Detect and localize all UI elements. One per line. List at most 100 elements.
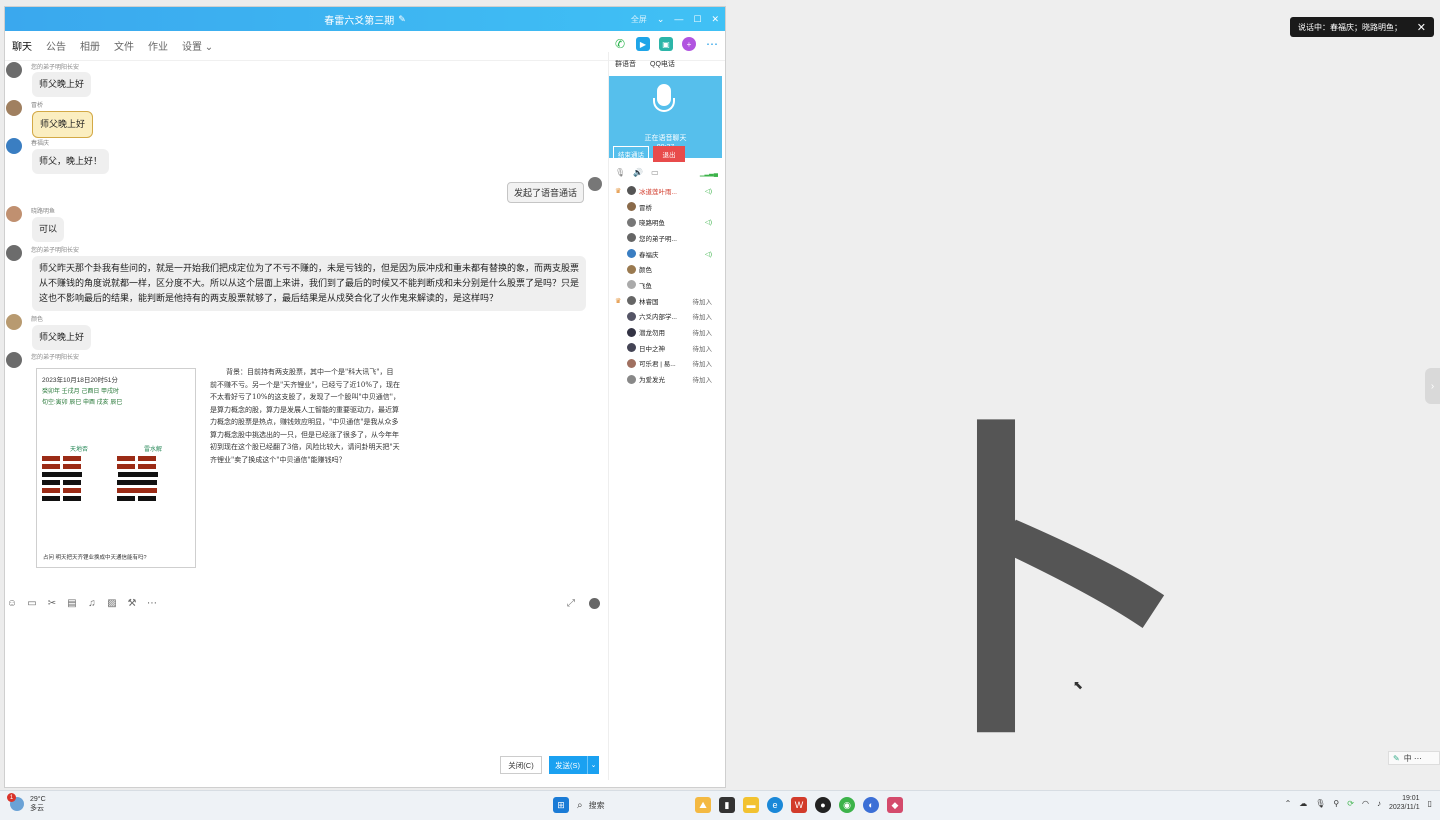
member-item[interactable]: 可乐君 | 易... 待加入	[609, 356, 722, 372]
tray-icon[interactable]: ⚲	[1333, 799, 1339, 808]
tab-files[interactable]: 文件	[114, 38, 134, 53]
calligraphy-glyph: 卜	[860, 391, 1190, 779]
tab-group-voice[interactable]: 群语音	[615, 59, 636, 69]
ime-toolbar[interactable]: ✎ 中 ⋯	[1388, 751, 1440, 765]
wechat-icon[interactable]: ◉	[839, 797, 855, 813]
more-icon[interactable]: ⋯	[705, 37, 719, 51]
folder-icon[interactable]: ▤	[66, 597, 78, 609]
member-name: 六爻内部学...	[639, 314, 677, 322]
minimize-button[interactable]: —	[674, 14, 683, 24]
member-name: 冒桥	[639, 204, 652, 212]
history-icon[interactable]	[589, 598, 600, 609]
screen-share-icon[interactable]: ▣	[659, 37, 673, 51]
app-plus-icon[interactable]: +	[682, 37, 696, 51]
member-item[interactable]: 您的弟子明...	[609, 230, 722, 246]
member-item[interactable]: 飞鱼	[609, 277, 722, 293]
wifi-icon[interactable]: ◠	[1362, 799, 1369, 808]
member-name: 春福庆	[639, 251, 659, 259]
tab-announcement[interactable]: 公告	[46, 38, 66, 53]
member-item[interactable]: ♛ 冰道莲叶雨... ◁)	[609, 183, 722, 199]
send-button[interactable]: 发送(S) ⌄	[549, 756, 599, 774]
voice-status: 正在语音聊天	[644, 135, 687, 142]
member-item[interactable]: 冒桥	[609, 199, 722, 215]
member-item[interactable]: 晓路明鱼 ◁)	[609, 214, 722, 230]
tab-homework[interactable]: 作业	[148, 38, 168, 53]
member-item[interactable]: 春福庆 ◁)	[609, 246, 722, 262]
task-view-icon[interactable]: ▮	[719, 797, 735, 813]
close-icon[interactable]: ✕	[1417, 21, 1426, 34]
close-button[interactable]: 关闭(C)	[500, 756, 542, 774]
mouse-cursor-icon: ⬉	[1073, 678, 1084, 692]
member-item[interactable]: 潜龙勿用 待加入	[609, 324, 722, 340]
wps-icon[interactable]: W	[791, 797, 807, 813]
speaking-icon: ◁)	[704, 250, 712, 258]
camera-icon[interactable]: ▭	[651, 168, 659, 177]
member-item[interactable]: ♛ 林睿国 待加入	[609, 293, 722, 309]
phone-icon[interactable]: ✆	[613, 37, 627, 51]
weather-widget[interactable]: 1 29°C 多云	[7, 793, 46, 813]
edge-browser-icon[interactable]: e	[767, 797, 783, 813]
image-icon[interactable]: ▨	[106, 597, 118, 609]
mic-tray-icon[interactable]: 🎙	[1315, 799, 1325, 808]
side-panel-handle[interactable]: ›	[1425, 368, 1440, 404]
dropdown-button[interactable]: ⌄	[657, 14, 665, 25]
music-icon[interactable]: ♫	[86, 597, 98, 609]
notification-icon[interactable]: ▯	[1428, 799, 1432, 808]
system-clock[interactable]: 19:01 2023/11/1	[1389, 794, 1420, 812]
message-bubble: 师父，晚上好！	[32, 149, 110, 174]
voice-call-notice[interactable]: 发起了语音通话	[506, 182, 584, 203]
avatar	[627, 264, 636, 274]
avatar	[6, 352, 22, 368]
chevron-down-icon[interactable]: ⌄	[587, 756, 599, 774]
app-icon-2[interactable]: ◆	[887, 797, 903, 813]
close-button[interactable]: ✕	[711, 14, 719, 25]
background-text-image: 背景：目前持有两支股票，其中一个是"科大讯飞"，目前不赚不亏。另一个是"天齐锂业…	[210, 368, 400, 464]
cloud-icon[interactable]: ☁	[1299, 799, 1307, 808]
avatar	[627, 280, 636, 290]
app-icon[interactable]: ◐	[863, 797, 879, 813]
mic-toggle-icon[interactable]: 🎙	[615, 168, 625, 177]
member-item[interactable]: 日中之神 待加入	[609, 340, 722, 356]
tools-icon[interactable]: ⚒	[126, 597, 138, 609]
emoji-icon[interactable]: ☺	[6, 597, 18, 609]
hexagram-question: 占问 明天把天齐锂业换成中天通信能有吗?	[43, 555, 147, 561]
tab-album[interactable]: 相册	[80, 38, 100, 53]
video-call-icon[interactable]: ▶	[636, 37, 650, 51]
file-explorer-icon[interactable]: ▬	[743, 797, 759, 813]
expand-icon[interactable]: ⤢	[567, 598, 575, 609]
chevron-up-icon[interactable]: ⌃	[1285, 799, 1292, 808]
widgets-icon[interactable]: ⛰	[695, 797, 711, 813]
volume-icon[interactable]: ♪	[1377, 799, 1381, 808]
end-call-button[interactable]: 结束通话	[613, 146, 649, 162]
search-label: 搜索	[588, 800, 605, 810]
avatar	[6, 62, 22, 78]
exit-call-button[interactable]: 退出	[653, 146, 685, 162]
clock-time: 19:01	[1402, 795, 1420, 802]
member-item[interactable]: 为爱发光 待加入	[609, 371, 722, 387]
fullscreen-button[interactable]: 全屏	[631, 14, 647, 25]
tab-qq-call[interactable]: QQ电话	[650, 59, 675, 69]
avatar	[6, 314, 22, 330]
crown-icon: ♛	[615, 297, 622, 305]
weather-icon: 1	[7, 793, 24, 811]
speaker-icon[interactable]: 🔊	[633, 168, 643, 177]
sync-icon[interactable]: ⟳	[1347, 799, 1354, 808]
edit-icon[interactable]: ✎	[398, 14, 406, 25]
avatar	[627, 249, 636, 259]
tab-settings[interactable]: 设置 ⌄	[182, 38, 213, 53]
member-list: ♛ 冰道莲叶雨... ◁) 冒桥晓路明鱼 ◁) 您的弟子明... 春福庆 ◁) 颜色 飞鱼 ♛ 林睿国…	[609, 183, 722, 387]
avatar	[6, 138, 22, 154]
maximize-button[interactable]: ☐	[693, 14, 701, 25]
windows-start-icon[interactable]: ⊞	[553, 797, 569, 813]
member-item[interactable]: 六爻内部学... 待加入	[609, 309, 722, 325]
avatar	[627, 358, 636, 368]
speaking-indicator: 说话中：春福庆；晓路明鱼； ✕	[1290, 17, 1434, 37]
taskbar-search[interactable]: ⌕ 搜索	[577, 795, 687, 815]
member-item[interactable]: 颜色	[609, 261, 722, 277]
gif-icon[interactable]: ▭	[26, 597, 38, 609]
tab-chat[interactable]: 聊天	[12, 38, 32, 53]
screenshot-icon[interactable]: ✂	[46, 597, 58, 609]
qq-icon[interactable]: ●	[815, 797, 831, 813]
more-icon[interactable]: ⋯	[146, 597, 158, 609]
hexagram-image[interactable]: 2023年10月18日20时51分 癸卯年 壬戌月 己酉日 甲戌时 旬空:寅卯 …	[36, 368, 196, 568]
